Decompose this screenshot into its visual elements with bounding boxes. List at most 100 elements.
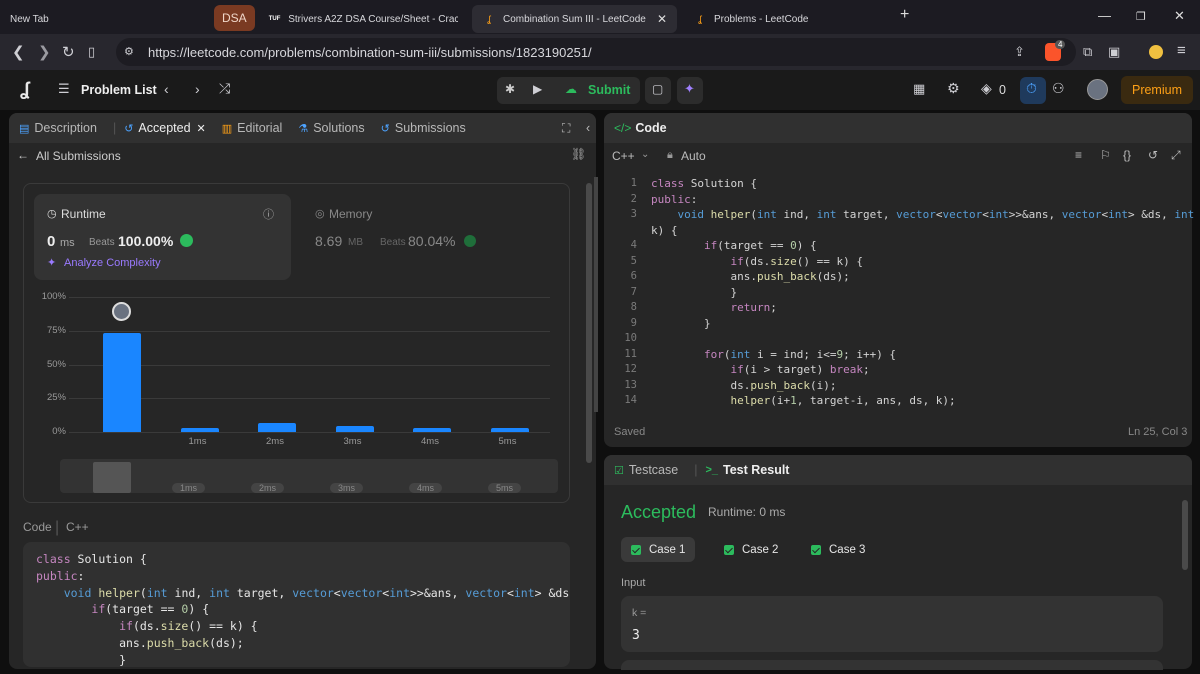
line-number: 12 xyxy=(624,363,637,375)
share-icon[interactable]: ⇪ xyxy=(1014,44,1025,60)
chart-bar[interactable] xyxy=(103,333,141,432)
x-tick-label: 4ms xyxy=(421,436,439,447)
case-2-button[interactable]: Case 2 xyxy=(714,537,788,562)
site-settings-icon[interactable]: ⚙ xyxy=(124,45,134,58)
case-1-button[interactable]: Case 1 xyxy=(621,537,696,562)
extensions-icon[interactable]: ⧉ xyxy=(1083,44,1092,60)
expand-icon[interactable]: ⤢ xyxy=(1171,148,1181,163)
avatar[interactable] xyxy=(1087,79,1108,100)
code-line[interactable]: class Solution { xyxy=(651,177,757,190)
submit-button[interactable]: Submit xyxy=(588,83,630,97)
streak-fire-icon[interactable]: ◈ xyxy=(981,80,992,97)
tab-solutions[interactable]: ⚗ Solutions xyxy=(298,121,364,135)
shuffle-icon[interactable]: ⤮ xyxy=(219,80,230,97)
add-friend-icon[interactable]: ⚇ xyxy=(1052,80,1065,97)
back-arrow-icon[interactable]: ← xyxy=(17,148,29,162)
tab-label: New Tab xyxy=(10,13,49,25)
runtime-label: Runtime xyxy=(61,207,106,221)
browser-tab-problems[interactable]: ʆ Problems - LeetCode xyxy=(683,5,888,33)
close-tab-icon[interactable]: ✕ xyxy=(197,122,206,135)
code-line[interactable]: ans.push_back(ds); xyxy=(651,270,849,283)
code-line[interactable]: helper(i+1, target-i, ans, ds, k); xyxy=(651,394,955,407)
tab-group-dsa[interactable]: DSA xyxy=(214,5,255,31)
run-icon[interactable]: ▶ xyxy=(533,82,542,96)
chart-range-slider[interactable] xyxy=(60,459,558,493)
minimize-icon[interactable]: — xyxy=(1098,8,1111,23)
scrollbar[interactable] xyxy=(1182,500,1188,570)
code-line[interactable]: return; xyxy=(651,301,776,314)
x-tick-label: 2ms xyxy=(266,436,284,447)
next-problem-icon[interactable]: › xyxy=(195,81,200,97)
close-window-icon[interactable]: ✕ xyxy=(1174,8,1185,24)
editor-scrollbar[interactable] xyxy=(594,177,598,412)
code-line[interactable]: public: xyxy=(651,193,697,206)
tab-label: Strivers A2Z DSA Course/Sheet - Crack A xyxy=(288,13,458,25)
back-icon[interactable]: ❮ xyxy=(12,43,25,61)
collapse-icon[interactable]: ‹ xyxy=(586,121,590,135)
browser-tab-new[interactable]: New Tab xyxy=(0,5,200,33)
reset-icon[interactable]: ↺ xyxy=(1148,148,1158,162)
bookmark-icon[interactable]: ▯ xyxy=(88,44,95,60)
restore-icon[interactable]: ❐ xyxy=(1136,10,1146,23)
premium-button[interactable]: Premium xyxy=(1121,76,1193,104)
code-line[interactable]: if(ds.size() == k) { xyxy=(651,255,862,268)
analyze-complexity-link[interactable]: Analyze Complexity xyxy=(64,257,161,269)
editor-title: Code xyxy=(635,121,667,135)
close-tab-icon[interactable]: ✕ xyxy=(657,12,667,26)
code-line[interactable]: void helper(int ind, int target, vector<… xyxy=(651,208,1195,221)
tab-label: Submissions xyxy=(394,121,466,135)
forward-icon[interactable]: ❯ xyxy=(38,43,51,61)
language-label: C++ xyxy=(66,520,89,534)
braces-icon[interactable]: {} xyxy=(1123,148,1131,162)
leetcode-logo-icon[interactable]: ʆ xyxy=(20,79,30,100)
maximize-icon[interactable]: ⛶ xyxy=(562,121,570,136)
reload-icon[interactable]: ↻ xyxy=(62,43,75,61)
browser-tab-strivers[interactable]: TUF Strivers A2Z DSA Course/Sheet - Crac… xyxy=(258,5,468,33)
bookmark-icon[interactable]: ⚐ xyxy=(1100,148,1111,162)
chart-bar[interactable] xyxy=(490,427,529,432)
chart-bar[interactable] xyxy=(413,427,451,432)
layout-icon[interactable]: ▦ xyxy=(913,81,925,97)
chart-bar[interactable] xyxy=(335,425,374,432)
format-icon[interactable]: ≡ xyxy=(1075,148,1082,162)
code-line[interactable]: k) { xyxy=(651,224,678,237)
tab-accepted[interactable]: ↺ Accepted ✕ xyxy=(124,121,206,135)
new-tab-icon[interactable]: + xyxy=(900,6,909,24)
case-3-button[interactable]: Case 3 xyxy=(801,537,875,562)
problem-list-link[interactable]: Problem List xyxy=(81,83,157,97)
code-line[interactable]: ds.push_back(i); xyxy=(651,379,836,392)
code-line[interactable]: if(target == 0) { xyxy=(651,239,817,252)
chevron-down-icon[interactable]: ⌄ xyxy=(641,149,649,160)
profile-icon[interactable] xyxy=(1149,45,1163,59)
code-line[interactable]: } xyxy=(651,317,711,330)
link-icon[interactable]: ⛓ xyxy=(571,147,586,161)
chart-bar[interactable] xyxy=(258,422,296,432)
tab-description[interactable]: ▤ Description xyxy=(19,121,97,135)
menu-icon[interactable]: ≡ xyxy=(1177,42,1186,59)
tab-label: Description xyxy=(34,121,97,135)
debug-icon[interactable]: ✱ xyxy=(505,82,515,96)
code-line[interactable]: for(int i = ind; i<=9; i++) { xyxy=(651,348,896,361)
tab-submissions[interactable]: ↺ Submissions xyxy=(381,121,466,135)
settings-icon[interactable]: ⚙ xyxy=(947,80,960,97)
auto-mode[interactable]: Auto xyxy=(681,149,706,163)
scrollbar[interactable] xyxy=(586,183,592,463)
leetcode-icon: ʆ xyxy=(487,14,491,24)
tab-test-result[interactable]: >_ Test Result xyxy=(705,463,789,477)
tab-testcase[interactable]: ☑ Testcase xyxy=(614,463,678,477)
tab-editorial[interactable]: ▥ Editorial xyxy=(222,121,283,135)
sidebar-icon[interactable]: ▣ xyxy=(1108,44,1120,60)
url-text[interactable]: https://leetcode.com/problems/combinatio… xyxy=(148,45,592,60)
language-select[interactable]: C++ xyxy=(612,149,635,163)
all-submissions-link[interactable]: All Submissions xyxy=(36,149,121,163)
prev-problem-icon[interactable]: ‹ xyxy=(164,81,169,97)
browser-tab-combination-sum[interactable]: ʆ Combination Sum III - LeetCode ✕ xyxy=(472,5,677,33)
range-selection[interactable] xyxy=(93,462,131,493)
memory-label[interactable]: Memory xyxy=(329,207,372,221)
code-line[interactable]: if(i > target) break; xyxy=(651,363,869,376)
code-line[interactable]: } xyxy=(651,286,737,299)
info-icon[interactable]: ⓘ xyxy=(263,206,274,222)
chart-bar[interactable] xyxy=(180,428,219,432)
leetcode-header: ʆ ☰ Problem List ‹ › ⤮ ✱ ▶ ☁ Submit ▢ ✦ … xyxy=(0,70,1200,110)
streak-count: 0 xyxy=(999,83,1006,97)
